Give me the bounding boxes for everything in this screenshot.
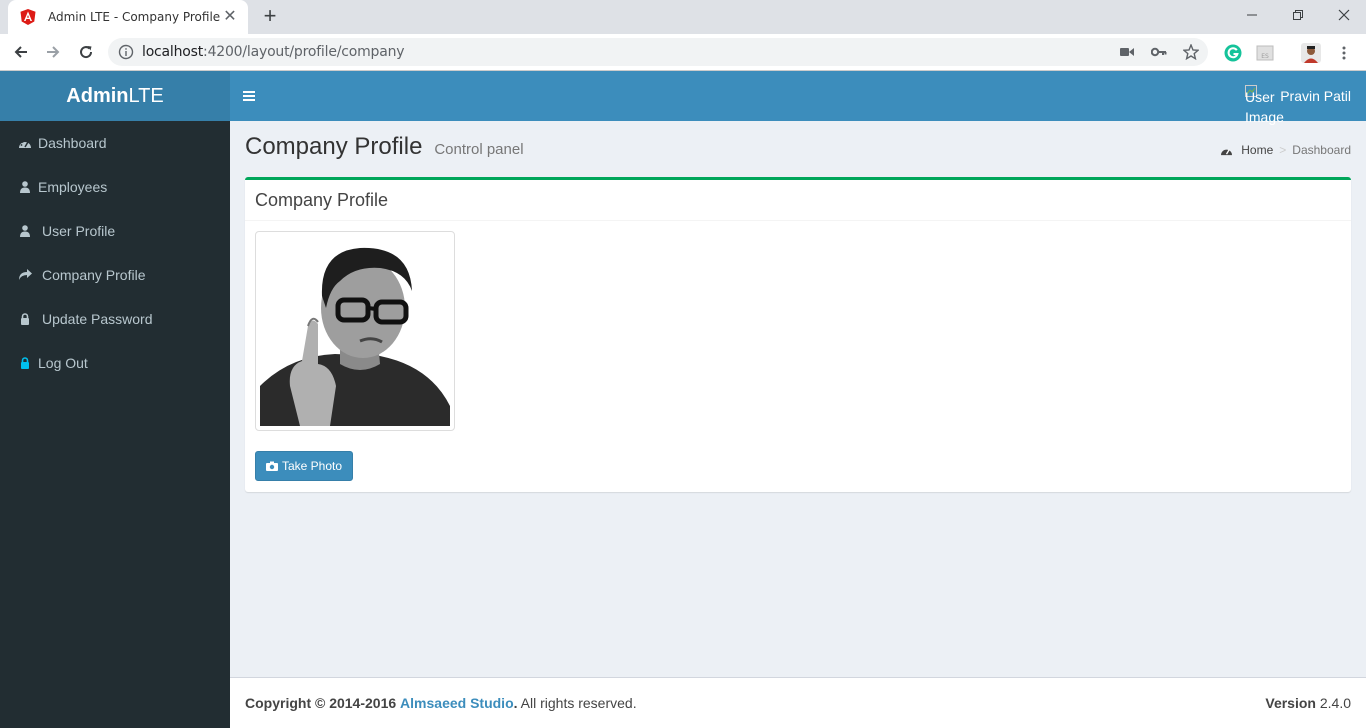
sidebar-item-user-profile[interactable]: User Profile [0,209,230,253]
box-title: Company Profile [255,190,389,210]
browser-toolbar: localhost:4200/layout/profile/company ES [0,34,1366,71]
grammarly-icon[interactable] [1223,43,1243,63]
sidebar: Dashboard Employees User Profile Company… [0,121,230,728]
forward-icon[interactable] [41,40,65,64]
user-image-broken[interactable]: User Image [1245,85,1284,127]
user-icon [18,224,32,238]
top-navbar: User Image Pravin Patil [230,71,1366,125]
extension-es-icon[interactable]: ES [1255,43,1275,63]
lock-icon [18,312,32,326]
url-text: localhost:4200/layout/profile/company [142,44,405,60]
sidebar-item-log-out[interactable]: Log Out [0,341,230,385]
camera-icon[interactable] [1118,44,1136,60]
address-bar[interactable]: localhost:4200/layout/profile/company [108,38,1208,66]
company-profile-box: Company Profile Take Photo [245,177,1351,492]
sidebar-item-label: Company Profile [42,267,146,283]
svg-text:ES: ES [1261,53,1269,60]
profile-photo-frame [255,231,455,431]
close-window-icon[interactable] [1321,0,1366,30]
studio-link[interactable]: Almsaeed Studio [400,695,514,711]
tab-strip: Admin LTE - Company Profile ✕ + [0,0,1366,34]
footer: Copyright © 2014-2016 Almsaeed Studio. A… [230,677,1366,728]
angular-favicon-icon [20,9,36,25]
new-tab-icon[interactable]: + [259,5,281,28]
box-header: Company Profile [245,180,1351,221]
camera-icon [265,461,278,471]
profile-photo [260,236,450,426]
tab-title: Admin LTE - Company Profile [48,10,221,24]
user-icon [18,180,32,194]
sidebar-item-employees[interactable]: Employees [0,165,230,209]
lock-icon [18,356,32,370]
sidebar-item-dashboard[interactable]: Dashboard [0,121,230,165]
back-icon[interactable] [9,40,33,64]
app-logo[interactable]: AdminLTE [0,71,230,121]
page-subtitle: Control panel [434,141,524,158]
minimize-icon[interactable] [1229,0,1275,30]
info-icon[interactable] [118,44,134,60]
sidebar-item-update-password[interactable]: Update Password [0,297,230,341]
sidebar-item-label: Employees [38,179,108,195]
breadcrumb-home[interactable]: Home [1220,143,1273,157]
page-title: Company Profile [245,133,423,160]
browser-tab[interactable]: Admin LTE - Company Profile ✕ [8,0,248,34]
hamburger-menu-icon[interactable] [242,86,262,106]
share-icon [18,268,32,282]
copyright-text: Copyright © 2014-2016 Almsaeed Studio. A… [245,695,637,711]
browser-chrome: Admin LTE - Company Profile ✕ + localhos… [0,0,1366,71]
browser-menu-icon[interactable] [1334,43,1354,63]
dashboard-icon [1221,148,1233,155]
profile-avatar-icon[interactable] [1301,43,1321,63]
breadcrumb: Home > Dashboard [1220,143,1351,157]
sidebar-item-label: Update Password [42,311,153,327]
reload-icon[interactable] [74,40,98,64]
breadcrumb-separator: > [1279,143,1287,157]
tab-close-icon[interactable]: ✕ [222,9,238,25]
take-photo-button[interactable]: Take Photo [255,451,353,481]
take-photo-label: Take Photo [281,459,343,473]
restore-icon[interactable] [1275,0,1321,30]
user-name[interactable]: Pravin Patil [1280,88,1351,104]
sidebar-item-company-profile[interactable]: Company Profile [0,253,230,297]
dashboard-icon [18,136,32,150]
bookmark-star-icon[interactable] [1182,44,1200,60]
key-icon[interactable] [1150,44,1168,60]
version-info: Version 2.4.0 [1265,695,1351,711]
breadcrumb-active: Dashboard [1292,143,1351,157]
sidebar-item-label: Dashboard [38,135,107,151]
content-header: Company Profile Control panel Home > Das… [245,133,1351,169]
sidebar-item-label: User Profile [42,223,116,239]
sidebar-item-label: Log Out [38,355,88,371]
